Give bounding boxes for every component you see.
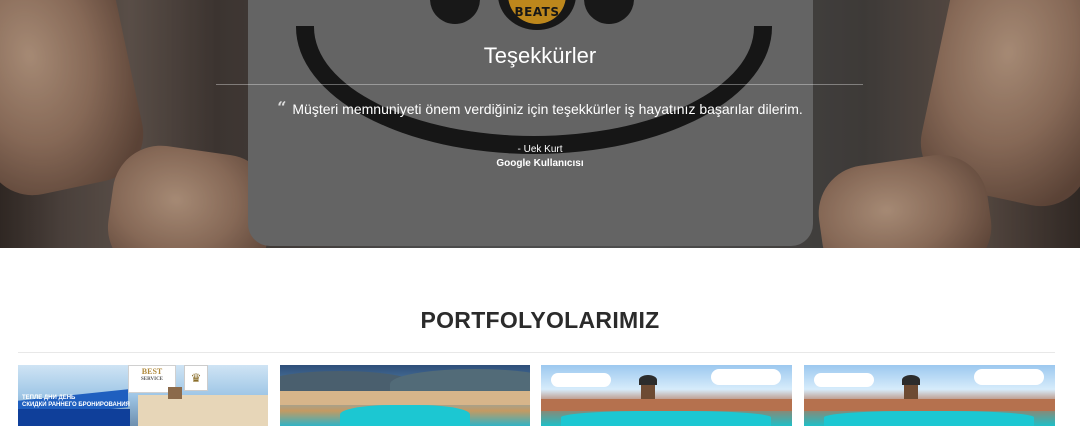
quote-icon: “ (277, 98, 287, 117)
logo-line: SERVICE (140, 377, 164, 382)
hero-overlay (0, 0, 1080, 248)
hotel-roof (168, 387, 182, 399)
portfolio-item-4[interactable] (804, 365, 1055, 426)
cloud-shape (814, 373, 874, 387)
resort-buildings (541, 399, 792, 411)
portfolio-item-1[interactable]: BEST SERVICE ♛ ТЕПЛЕ ДНИ ДЕНЬ СКИДКИ РАН… (18, 365, 268, 426)
promo-banner-text: ТЕПЛЕ ДНИ ДЕНЬ СКИДКИ РАННЕГО БРОНИРОВАН… (22, 395, 130, 409)
pool-shape (824, 411, 1034, 426)
castle-tower-cap (639, 375, 657, 385)
castle-tower-cap (902, 375, 920, 385)
cloud-shape (551, 373, 611, 387)
pool-shape (561, 411, 771, 426)
hotel-building (138, 395, 268, 426)
resort-buildings (804, 399, 1055, 411)
portfolio-item-2[interactable] (280, 365, 530, 426)
testimonial-section: BEATS Teşekkürler “Müşteri memnuniyeti ö… (0, 0, 1080, 248)
testimonial-source: Google Kullanıcısı (496, 158, 584, 169)
cloud-shape (711, 369, 781, 385)
pool-shape (340, 405, 470, 426)
crest-icon: ♛ (184, 365, 208, 391)
testimonial-title: Teşekkürler (483, 43, 597, 68)
testimonial-quote: “ Müşteri memnuniyeti önem verdiğiniz içi… (0, 98, 1080, 117)
testimonial-author: - Uek Kurt (517, 144, 563, 155)
cloud-shape (974, 369, 1044, 385)
resort-buildings (280, 391, 530, 405)
testimonial-divider (216, 84, 863, 85)
portfolio-title: PORTFOLYOLARIMIZ (420, 307, 660, 333)
banner-line: ТЕПЛЕ ДНИ ДЕНЬ (22, 395, 76, 401)
portfolio-item-3[interactable] (541, 365, 792, 426)
logo-line: BEST (141, 367, 163, 376)
testimonial-quote-text: Müşteri memnuniyeti önem verdiğiniz için… (292, 101, 803, 117)
portfolio-divider (18, 352, 1055, 353)
banner-line: СКИДКИ РАННЕГО БРОНИРОВАНИЯ (22, 402, 130, 408)
promo-banner-lower (18, 409, 130, 426)
